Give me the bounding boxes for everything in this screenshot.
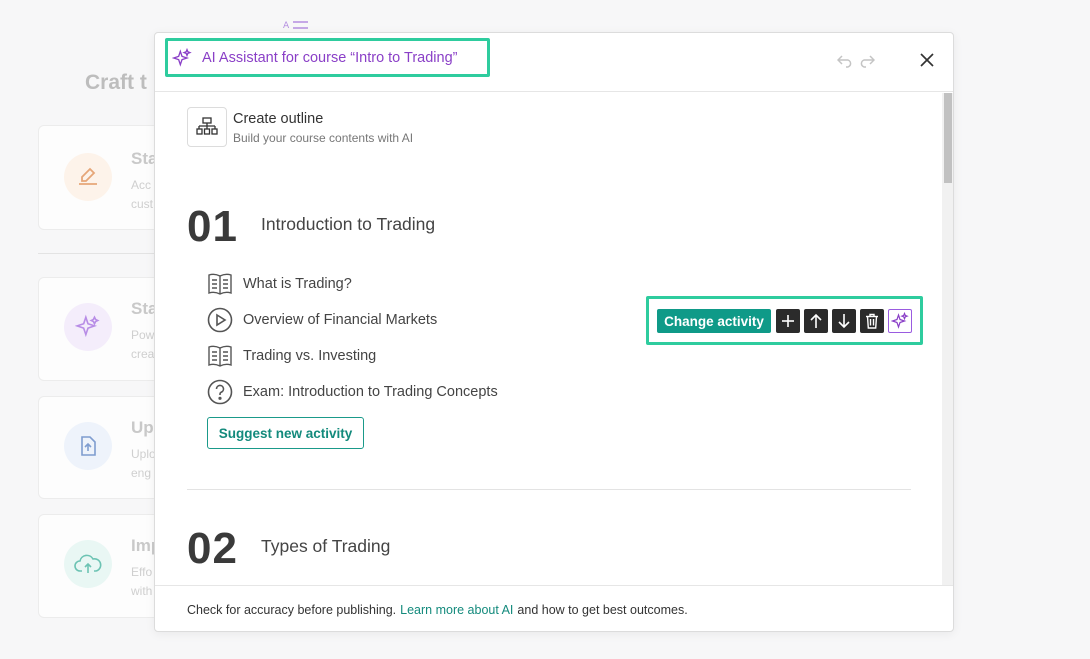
card-desc-line1: Acc: [131, 178, 152, 192]
play-icon: [207, 307, 233, 333]
sparkle-icon: [891, 312, 909, 329]
scrollbar-thumb[interactable]: [944, 93, 952, 183]
ai-assist-button[interactable]: [888, 309, 912, 333]
learn-more-link[interactable]: Learn more about AI: [400, 603, 513, 617]
scrollbar[interactable]: [942, 93, 953, 585]
footer-text-after: and how to get best outcomes.: [517, 602, 688, 617]
close-icon: [920, 53, 934, 67]
dialog-body: Create outline Build your course content…: [155, 93, 942, 585]
activity-label: Trading vs. Investing: [243, 348, 377, 364]
activity-label: Overview of Financial Markets: [243, 312, 438, 328]
suggest-new-activity-button[interactable]: Suggest new activity: [207, 417, 364, 449]
book-icon: [207, 343, 233, 369]
plus-icon: [782, 315, 794, 327]
section-title[interactable]: Types of Trading: [261, 536, 390, 557]
card-desc-line1: Uplo: [131, 447, 156, 461]
trash-icon: [866, 313, 878, 329]
move-down-button[interactable]: [832, 309, 856, 333]
ai-assistant-dialog: AI Assistant for course “Intro to Tradin…: [154, 32, 954, 632]
add-button[interactable]: [776, 309, 800, 333]
close-button[interactable]: [917, 50, 937, 70]
activity-label: What is Trading?: [243, 276, 352, 292]
move-up-button[interactable]: [804, 309, 828, 333]
card-desc-line2: crea: [131, 347, 155, 361]
redo-icon[interactable]: [857, 52, 875, 70]
dialog-title-highlight: AI Assistant for course “Intro to Tradin…: [165, 38, 490, 77]
undo-redo-group: [837, 52, 875, 70]
footer-text: Check for accuracy before publishing.: [187, 602, 397, 617]
dialog-footer: Check for accuracy before publishing. Le…: [155, 585, 953, 631]
outline-icon: [187, 107, 227, 147]
cloud-upload-icon: [64, 540, 112, 588]
card-desc-line1: Pow: [131, 328, 155, 342]
card-desc-line2: with: [131, 584, 153, 598]
delete-button[interactable]: [860, 309, 884, 333]
section-number: 01: [187, 202, 238, 251]
arrow-down-icon: [838, 314, 850, 329]
card-desc-line2: cust: [131, 197, 154, 211]
arrow-up-icon: [810, 313, 822, 328]
svg-text:A: A: [283, 21, 290, 31]
sparkle-icon: [172, 47, 192, 67]
question-icon: [207, 379, 233, 405]
activity-item[interactable]: What is Trading?: [207, 271, 352, 297]
create-outline-subtitle: Build your course contents with AI: [233, 131, 414, 145]
card-desc-line2: eng: [131, 466, 152, 480]
undo-icon[interactable]: [837, 52, 855, 70]
change-activity-button[interactable]: Change activity: [657, 309, 771, 333]
section-title[interactable]: Introduction to Trading: [261, 214, 435, 235]
create-outline-title: Create outline: [233, 111, 324, 127]
activity-toolbar: Change activity: [646, 296, 923, 345]
section-number: 02: [187, 524, 238, 573]
activity-item[interactable]: Overview of Financial Markets: [207, 307, 437, 333]
section-divider: [187, 489, 911, 490]
card-title: Up: [131, 418, 154, 437]
activity-item[interactable]: Trading vs. Investing: [207, 343, 376, 369]
dialog-title: AI Assistant for course “Intro to Tradin…: [202, 49, 458, 66]
dialog-header: AI Assistant for course “Intro to Tradin…: [155, 33, 953, 92]
book-icon: [207, 271, 233, 297]
pencil-icon: [64, 153, 112, 201]
sparkle-icon: [64, 303, 112, 351]
card-desc-line1: Effo: [131, 565, 153, 579]
page-title: Craft t: [85, 71, 147, 94]
upload-file-icon: [64, 422, 112, 470]
activity-label: Exam: Introduction to Trading Concepts: [243, 384, 498, 400]
activity-item[interactable]: Exam: Introduction to Trading Concepts: [207, 379, 498, 405]
